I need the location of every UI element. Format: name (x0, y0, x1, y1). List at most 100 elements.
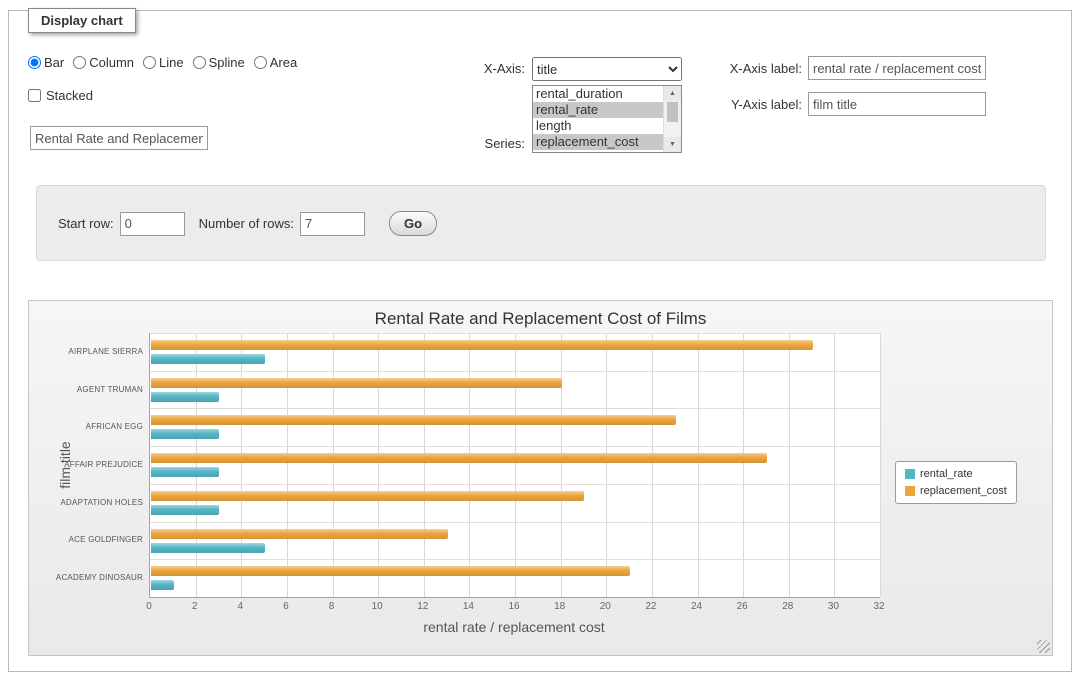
scrollbar-track[interactable] (664, 123, 681, 137)
vertical-gridline (424, 333, 425, 597)
horizontal-gridline (150, 559, 880, 560)
legend-item-rental_rate[interactable]: rental_rate (905, 468, 1007, 480)
bar-rental_rate[interactable] (151, 543, 265, 553)
chart-type-option-line[interactable]: Line (143, 55, 184, 70)
x-axis-title: rental rate / replacement cost (149, 619, 879, 635)
chart-type-option-bar[interactable]: Bar (28, 55, 64, 70)
x-tick-label: 0 (136, 601, 162, 612)
chart-type-label: Bar (44, 55, 64, 70)
series-option-rental_duration[interactable]: rental_duration (533, 86, 663, 102)
x-tick-label: 24 (684, 601, 710, 612)
vertical-gridline (515, 333, 516, 597)
horizontal-gridline (150, 333, 880, 334)
plot-area (149, 333, 880, 598)
bar-rental_rate[interactable] (151, 429, 219, 439)
x-tick-label: 26 (729, 601, 755, 612)
x-tick-label: 22 (638, 601, 664, 612)
legend-label: rental_rate (920, 468, 973, 480)
chart-type-radio-area[interactable] (254, 56, 267, 69)
go-button[interactable]: Go (389, 211, 437, 236)
y-axis-label-input[interactable] (808, 92, 986, 116)
bar-replacement_cost[interactable] (151, 415, 676, 425)
chart-title-input[interactable] (30, 126, 208, 150)
category-label: ADAPTATION HOLES (35, 498, 143, 507)
chart-resize-handle[interactable] (1037, 640, 1050, 653)
scroll-up-icon[interactable]: ▲ (664, 86, 681, 101)
series-option-length[interactable]: length (533, 118, 663, 134)
bar-replacement_cost[interactable] (151, 566, 630, 576)
chart-type-label: Column (89, 55, 134, 70)
x-tick-label: 30 (820, 601, 846, 612)
vertical-gridline (287, 333, 288, 597)
horizontal-gridline (150, 408, 880, 409)
chart-type-radio-bar[interactable] (28, 56, 41, 69)
rows-form: Start row: Number of rows: Go (58, 211, 437, 236)
num-rows-label: Number of rows: (199, 216, 294, 231)
x-axis-select-label: X-Axis: (415, 61, 525, 76)
x-axis-label-field-label: X-Axis label: (692, 61, 802, 76)
chart-type-option-area[interactable]: Area (254, 55, 297, 70)
chart-title: Rental Rate and Replacement Cost of Film… (29, 309, 1052, 329)
vertical-gridline (880, 333, 881, 597)
y-axis-label-field-label: Y-Axis label: (692, 97, 802, 112)
bar-rental_rate[interactable] (151, 505, 219, 515)
x-axis-label-input[interactable] (808, 56, 986, 80)
chart-type-radio-line[interactable] (143, 56, 156, 69)
vertical-gridline (789, 333, 790, 597)
chart-type-radio-column[interactable] (73, 56, 86, 69)
bar-rental_rate[interactable] (151, 580, 174, 590)
category-label: ACE GOLDFINGER (35, 535, 143, 544)
category-label: ACADEMY DINOSAUR (35, 573, 143, 582)
vertical-gridline (743, 333, 744, 597)
x-tick-label: 12 (410, 601, 436, 612)
category-label: AGENT TRUMAN (35, 385, 143, 394)
bar-rental_rate[interactable] (151, 467, 219, 477)
legend-swatch (905, 486, 915, 496)
legend-item-replacement_cost[interactable]: replacement_cost (905, 485, 1007, 497)
chart-type-radio-spline[interactable] (193, 56, 206, 69)
bar-replacement_cost[interactable] (151, 378, 562, 388)
x-tick-label: 6 (273, 601, 299, 612)
chart-type-label: Spline (209, 55, 245, 70)
bar-rental_rate[interactable] (151, 392, 219, 402)
num-rows-input[interactable] (300, 212, 365, 236)
x-axis-select[interactable]: title (532, 57, 682, 81)
horizontal-gridline (150, 522, 880, 523)
vertical-gridline (378, 333, 379, 597)
x-tick-label: 28 (775, 601, 801, 612)
stacked-checkbox[interactable] (28, 89, 41, 102)
start-row-input[interactable] (120, 212, 185, 236)
bar-rental_rate[interactable] (151, 354, 265, 364)
horizontal-gridline (150, 446, 880, 447)
category-label: AIRPLANE SIERRA (35, 347, 143, 356)
x-tick-label: 2 (182, 601, 208, 612)
bar-replacement_cost[interactable] (151, 453, 767, 463)
x-tick-label: 10 (364, 601, 390, 612)
series-option-rental_rate[interactable]: rental_rate (533, 102, 663, 118)
bar-replacement_cost[interactable] (151, 491, 584, 501)
stacked-label: Stacked (46, 88, 93, 103)
series-listbox[interactable]: rental_durationrental_ratelengthreplacem… (532, 85, 682, 153)
stacked-checkbox-row[interactable]: Stacked (28, 88, 93, 103)
x-tick-label: 32 (866, 601, 892, 612)
series-option-replacement_cost[interactable]: replacement_cost (533, 134, 663, 150)
vertical-gridline (652, 333, 653, 597)
chart-type-radio-group: Bar Column Line Spline Area (28, 55, 306, 70)
legend-swatch (905, 469, 915, 479)
chart-type-label: Line (159, 55, 184, 70)
series-listbox-label: Series: (415, 136, 525, 151)
bar-replacement_cost[interactable] (151, 340, 813, 350)
bar-replacement_cost[interactable] (151, 529, 448, 539)
chart-legend: rental_rate replacement_cost (895, 461, 1017, 504)
vertical-gridline (196, 333, 197, 597)
scrollbar-thumb[interactable] (667, 102, 678, 122)
x-tick-label: 16 (501, 601, 527, 612)
category-label: AFFAIR PREJUDICE (35, 460, 143, 469)
scroll-down-icon[interactable]: ▼ (664, 137, 681, 152)
chart-container: Rental Rate and Replacement Cost of Film… (28, 300, 1053, 656)
category-label: AFRICAN EGG (35, 422, 143, 431)
chart-type-option-column[interactable]: Column (73, 55, 134, 70)
chart-type-option-spline[interactable]: Spline (193, 55, 245, 70)
series-scrollbar[interactable]: ▲ ▼ (663, 86, 681, 152)
vertical-gridline (834, 333, 835, 597)
